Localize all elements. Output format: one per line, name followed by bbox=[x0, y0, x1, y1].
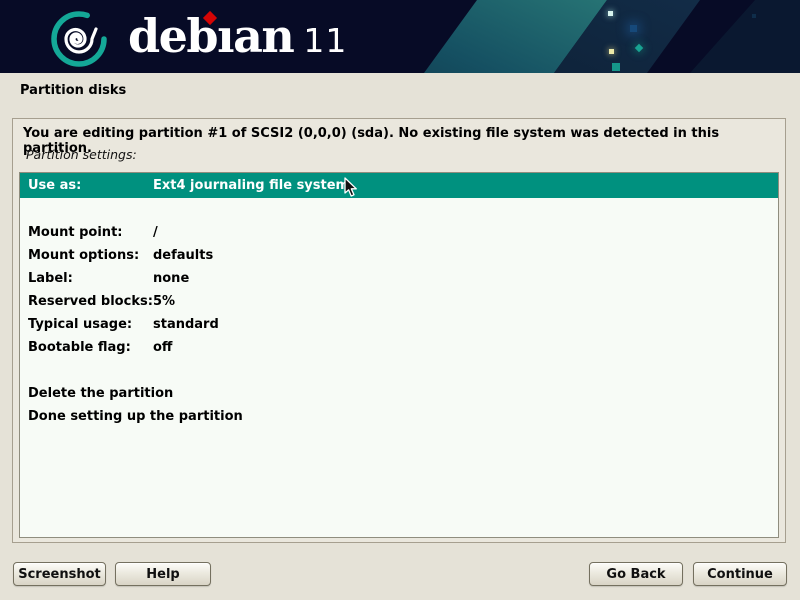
glow-square-white bbox=[608, 11, 613, 16]
setting-value: 5% bbox=[153, 294, 778, 309]
setting-label: Mount options: bbox=[20, 248, 153, 263]
header-decoration-dark-band bbox=[0, 0, 800, 73]
setting-row-label[interactable]: Label: none bbox=[20, 267, 778, 290]
debian-swirl-icon bbox=[46, 5, 112, 71]
setting-value: off bbox=[153, 340, 778, 355]
action-delete-partition[interactable]: Delete the partition bbox=[20, 382, 778, 405]
glow-square-faint bbox=[752, 14, 756, 18]
setting-value: Ext4 journaling file system bbox=[153, 178, 778, 193]
setting-row-typical-usage[interactable]: Typical usage: standard bbox=[20, 313, 778, 336]
glow-square-teal bbox=[612, 63, 620, 71]
setting-label: Reserved blocks: bbox=[20, 294, 153, 309]
setting-value: none bbox=[153, 271, 778, 286]
setting-label: Bootable flag: bbox=[20, 340, 153, 355]
action-label: Delete the partition bbox=[20, 386, 173, 401]
setting-row-reserved-blocks[interactable]: Reserved blocks: 5% bbox=[20, 290, 778, 313]
continue-button[interactable]: Continue bbox=[693, 562, 787, 586]
glow-square-blue bbox=[630, 25, 637, 32]
setting-label: Typical usage: bbox=[20, 317, 153, 332]
setting-value: / bbox=[153, 225, 778, 240]
setting-row-bootable-flag[interactable]: Bootable flag: off bbox=[20, 336, 778, 359]
debian-banner: debıan11 bbox=[0, 0, 800, 73]
setting-value: standard bbox=[153, 317, 778, 332]
debian-logo-text: debıan11 bbox=[128, 13, 347, 63]
setting-label: Mount point: bbox=[20, 225, 153, 240]
glow-square-yellow bbox=[609, 49, 614, 54]
action-done-partition[interactable]: Done setting up the partition bbox=[20, 405, 778, 428]
setting-row-mount-options[interactable]: Mount options: defaults bbox=[20, 244, 778, 267]
brand-version: 11 bbox=[303, 21, 347, 60]
go-back-button[interactable]: Go Back bbox=[589, 562, 683, 586]
partition-settings-list[interactable]: Use as: Ext4 journaling file system Moun… bbox=[19, 172, 779, 538]
page-title: Partition disks bbox=[20, 83, 126, 98]
setting-label: Use as: bbox=[20, 178, 153, 193]
list-spacer-row bbox=[20, 198, 778, 221]
partition-settings-caption: Partition settings: bbox=[26, 147, 137, 162]
partition-dialog-panel: You are editing partition #1 of SCSI2 (0… bbox=[12, 118, 786, 543]
list-spacer-row bbox=[20, 359, 778, 382]
setting-label: Label: bbox=[20, 271, 153, 286]
setting-value: defaults bbox=[153, 248, 778, 263]
screenshot-button[interactable]: Screenshot bbox=[13, 562, 106, 586]
setting-row-mount-point[interactable]: Mount point: / bbox=[20, 221, 778, 244]
help-button[interactable]: Help bbox=[115, 562, 211, 586]
action-label: Done setting up the partition bbox=[20, 409, 243, 424]
partition-message: You are editing partition #1 of SCSI2 (0… bbox=[23, 126, 785, 156]
setting-row-use-as[interactable]: Use as: Ext4 journaling file system bbox=[20, 173, 778, 198]
